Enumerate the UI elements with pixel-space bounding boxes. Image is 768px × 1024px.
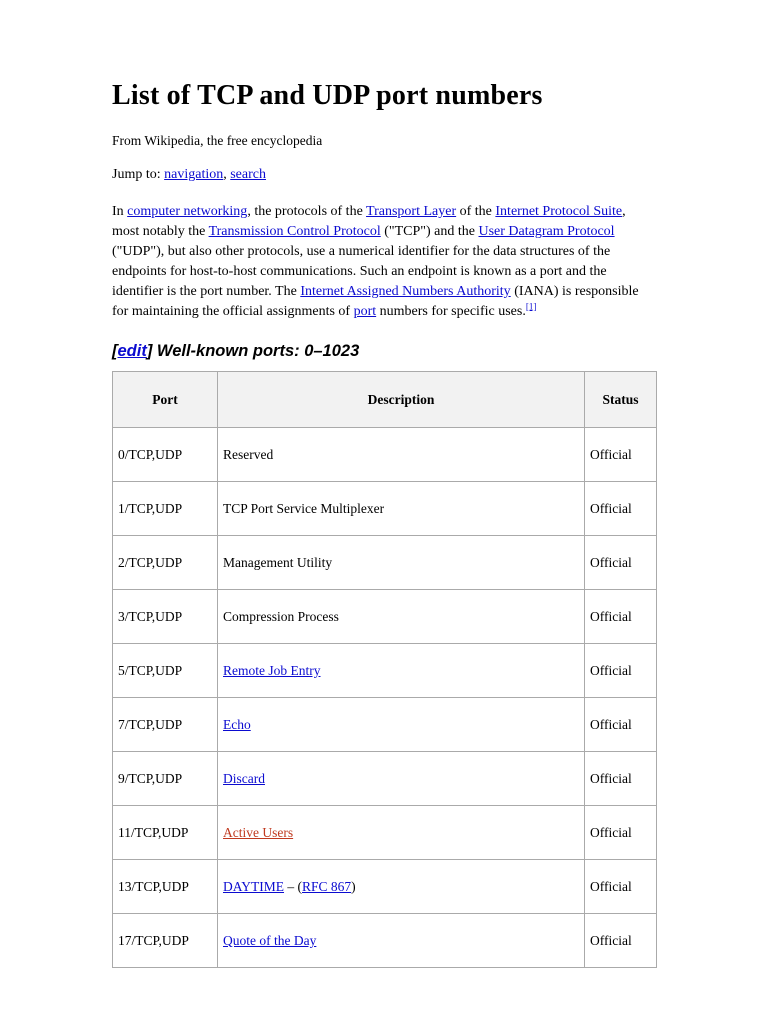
table-row: 5/TCP,UDP Remote Job Entry Official <box>112 643 657 699</box>
description-link-missing[interactable]: Active Users <box>223 825 293 840</box>
cell-status: Official <box>584 751 657 807</box>
intro-text-3: of the <box>456 204 496 220</box>
link-transport-layer[interactable]: Transport Layer <box>366 204 456 219</box>
section-heading-well-known-ports: [edit] Well-known ports: 0–1023 <box>112 342 656 362</box>
cell-description: Active Users <box>217 805 585 861</box>
cell-status: Official <box>584 427 657 483</box>
cell-description: TCP Port Service Multiplexer <box>217 481 585 537</box>
description-text: Management Utility <box>223 554 333 570</box>
column-header-port: Port <box>112 371 218 429</box>
citation-link-1[interactable]: [1] <box>526 301 537 311</box>
article-content: List of TCP and UDP port numbers From Wi… <box>112 80 657 969</box>
cell-port: 17/TCP,UDP <box>112 913 218 969</box>
cell-status: Official <box>584 643 657 699</box>
cell-port: 11/TCP,UDP <box>112 805 218 861</box>
intro-text-1: In <box>112 204 128 220</box>
column-header-status: Status <box>584 371 657 429</box>
table-body: 0/TCP,UDP Reserved Official 1/TCP,UDP TCP Po… <box>112 427 657 969</box>
intro-paragraph: In computer networking, the protocols of… <box>112 202 656 321</box>
site-tagline: From Wikipedia, the free encyclopedia <box>112 133 323 149</box>
cell-port: 2/TCP,UDP <box>112 535 218 591</box>
cell-port: 7/TCP,UDP <box>112 697 218 753</box>
description-tail: ) <box>351 878 356 894</box>
cell-port: 13/TCP,UDP <box>112 859 218 915</box>
link-user-datagram-protocol[interactable]: User Datagram Protocol <box>479 224 615 239</box>
description-link[interactable]: Quote of the Day <box>223 933 316 948</box>
table-row: 7/TCP,UDP Echo Official <box>112 697 657 753</box>
cell-port: 5/TCP,UDP <box>112 643 218 699</box>
table-row: 9/TCP,UDP Discard Official <box>112 751 657 807</box>
cell-status: Official <box>584 697 657 753</box>
well-known-ports-table: Port Description Status 0/TCP,UDP Reserve… <box>112 371 657 969</box>
table-row: 13/TCP,UDP DAYTIME – (RFC 867) Official <box>112 859 657 915</box>
jump-to-line: Jump to: navigation, search <box>112 166 656 185</box>
intro-text-8: numbers for specific uses. <box>376 303 526 319</box>
cell-description: DAYTIME – (RFC 867) <box>217 859 585 915</box>
cell-status: Official <box>584 859 657 915</box>
link-port[interactable]: port <box>354 304 377 319</box>
cell-description: Discard <box>217 751 585 807</box>
description-text: TCP Port Service Multiplexer <box>223 500 385 516</box>
table-row: 17/TCP,UDP Quote of the Day Official <box>112 913 657 969</box>
intro-text-2: , the protocols of the <box>247 204 367 220</box>
description-link[interactable]: Discard <box>223 771 265 786</box>
cell-description: Echo <box>217 697 585 753</box>
description-rfc-link[interactable]: RFC 867 <box>302 879 351 894</box>
section-edit-link[interactable]: edit <box>118 342 147 360</box>
citation-superscript: [1] <box>526 301 537 311</box>
cell-status: Official <box>584 481 657 537</box>
link-transmission-control-protocol[interactable]: Transmission Control Protocol <box>209 224 381 239</box>
cell-description: Compression Process <box>217 589 585 645</box>
table-row: 1/TCP,UDP TCP Port Service Multiplexer Off… <box>112 481 657 537</box>
description-link[interactable]: Remote Job Entry <box>223 663 321 678</box>
section-heading-text: Well-known ports: 0–1023 <box>152 341 360 360</box>
cell-description: Reserved <box>217 427 585 483</box>
cell-port: 9/TCP,UDP <box>112 751 218 807</box>
table-row: 3/TCP,UDP Compression Process Official <box>112 589 657 645</box>
cell-description: Quote of the Day <box>217 913 585 969</box>
link-internet-protocol-suite[interactable]: Internet Protocol Suite <box>495 204 622 219</box>
table-row: 0/TCP,UDP Reserved Official <box>112 427 657 483</box>
jump-to-label: Jump to: <box>112 167 161 183</box>
table-row: 2/TCP,UDP Management Utility Official <box>112 535 657 591</box>
column-header-description: Description <box>217 371 585 429</box>
description-link[interactable]: Echo <box>223 717 251 732</box>
table-row: 11/TCP,UDP Active Users Official <box>112 805 657 861</box>
jump-to-navigation-link[interactable]: navigation <box>164 167 223 182</box>
cell-status: Official <box>584 805 657 861</box>
description-link[interactable]: DAYTIME <box>223 879 284 894</box>
cell-port: 1/TCP,UDP <box>112 481 218 537</box>
cell-port: 3/TCP,UDP <box>112 589 218 645</box>
cell-description: Management Utility <box>217 535 585 591</box>
table-header-row: Port Description Status <box>112 371 657 429</box>
cell-status: Official <box>584 913 657 969</box>
jump-to-search-link[interactable]: search <box>230 167 266 182</box>
link-internet-assigned-numbers-authority[interactable]: Internet Assigned Numbers Authority <box>300 284 510 299</box>
page-title: List of TCP and UDP port numbers <box>112 80 543 111</box>
cell-description: Remote Job Entry <box>217 643 585 699</box>
description-separator: – ( <box>284 878 303 894</box>
table-header: Port Description Status <box>112 371 657 429</box>
cell-port: 0/TCP,UDP <box>112 427 218 483</box>
intro-text-5: ("TCP") and the <box>380 224 479 240</box>
wikipedia-article-page: List of TCP and UDP port numbers From Wi… <box>0 0 768 1024</box>
description-text: Reserved <box>223 446 274 462</box>
cell-status: Official <box>584 589 657 645</box>
description-text: Compression Process <box>223 608 339 624</box>
cell-status: Official <box>584 535 657 591</box>
link-computer-networking[interactable]: computer networking <box>127 204 247 219</box>
